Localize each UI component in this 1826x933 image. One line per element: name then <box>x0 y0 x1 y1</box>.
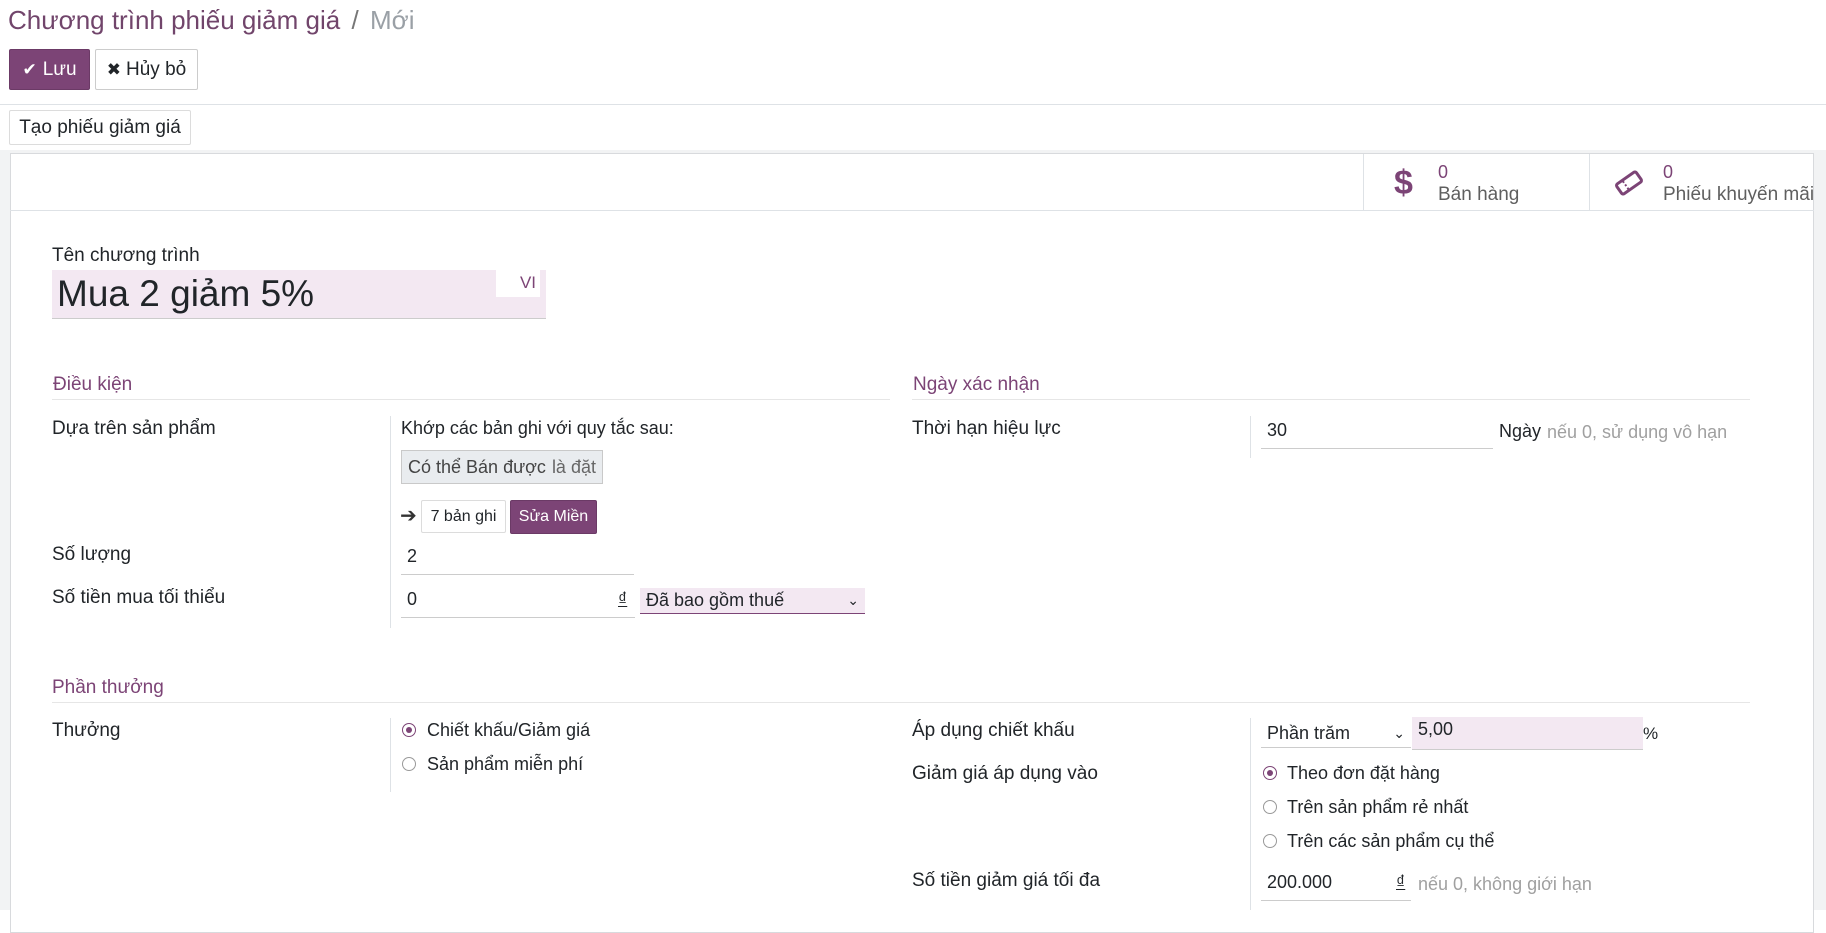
reward-free-product-radio[interactable] <box>402 757 416 771</box>
generate-coupons-label: Tạo phiếu giảm giá <box>19 116 181 138</box>
button-box-divider <box>10 210 1814 211</box>
domain-rule[interactable]: Có thể Bán được là đặt <box>401 450 603 484</box>
close-icon: ✖ <box>106 59 122 79</box>
check-icon: ✔ <box>22 59 37 79</box>
apply-on-label: Giảm giá áp dụng vào <box>912 763 1098 784</box>
min-amount-label: Số tiền mua tối thiểu <box>52 587 226 608</box>
reward-type-label: Thưởng <box>52 720 121 741</box>
conditions-separator <box>390 416 391 628</box>
apply-discount-label: Áp dụng chiết khấu <box>912 720 1075 741</box>
program-name-value: Mua 2 giảm 5% <box>57 273 315 314</box>
chevron-down-icon: ⌄ <box>1393 724 1405 741</box>
arrow-right-icon: ➔ <box>400 505 417 527</box>
percent-sign: % <box>1643 724 1659 743</box>
max-amount-input[interactable]: 200.000 <box>1261 870 1411 901</box>
reward-divider <box>52 702 1750 703</box>
validity-duration-label: Thời hạn hiệu lực <box>912 418 1061 439</box>
based-on-product-label: Dựa trên sản phẩm <box>52 418 216 439</box>
apply-on-cheapest-radio[interactable] <box>1263 800 1277 814</box>
conditions-title: Điều kiện <box>53 374 133 395</box>
breadcrumb-parent[interactable]: Chương trình phiếu giảm giá <box>8 5 340 35</box>
stat-button-sales[interactable]: $ 0 Bán hàng <box>1363 154 1589 210</box>
discount-separator <box>1250 718 1251 910</box>
tax-select-value: Đã bao gồm thuế <box>646 590 785 610</box>
generate-coupons-button[interactable]: Tạo phiếu giảm giá <box>9 110 191 145</box>
chevron-down-icon: ⌄ <box>847 592 859 608</box>
breadcrumb-separator: / <box>351 5 359 35</box>
sales-count: 0 <box>1438 162 1449 182</box>
coupons-count: 0 <box>1663 162 1674 182</box>
records-count-button[interactable]: 7 bản ghi <box>421 500 506 533</box>
apply-on-specific-radio[interactable] <box>1263 834 1277 848</box>
validity-title: Ngày xác nhận <box>913 374 1040 395</box>
breadcrumb: Chương trình phiếu giảm giá / Mới <box>8 5 414 36</box>
apply-on-cheapest-label[interactable]: Trên sản phẩm rẻ nhất <box>1287 797 1468 818</box>
records-count-label: 7 bản ghi <box>430 507 497 525</box>
ticket-icon <box>1614 168 1644 204</box>
validity-unit: Ngày <box>1499 421 1542 441</box>
program-name-input[interactable]: Mua 2 giảm 5% VI <box>52 269 546 319</box>
discount-type-value: Phần trăm <box>1267 722 1351 743</box>
max-amount-hint: nếu 0, không giới hạn <box>1418 874 1592 894</box>
reward-title: Phần thưởng <box>52 677 164 698</box>
edit-domain-label: Sửa Miền <box>518 508 589 525</box>
discount-value-input[interactable]: 5,00 <box>1412 717 1643 750</box>
sales-label: Bán hàng <box>1438 184 1520 205</box>
match-rules-text: Khớp các bản ghi với quy tắc sau: <box>401 418 674 438</box>
control-panel-divider <box>0 104 1826 105</box>
domain-rule-field: Có thể Bán được <box>408 456 546 477</box>
reward-free-product-label[interactable]: Sản phẩm miễn phí <box>427 754 583 775</box>
tax-select[interactable]: Đã bao gồm thuế ⌄ <box>640 588 865 614</box>
save-button-label: Lưu <box>42 58 77 80</box>
reward-discount-radio[interactable] <box>402 723 416 737</box>
stat-button-coupons[interactable]: 0 Phiếu khuyến mãi <box>1589 154 1814 210</box>
min-amount-input[interactable]: 0 <box>401 587 635 618</box>
max-amount-label: Số tiền giảm giá tối đa <box>912 870 1101 891</box>
min-amount-currency: ₫ <box>618 589 628 609</box>
program-name-label: Tên chương trình <box>52 245 200 266</box>
dollar-icon: $ <box>1394 164 1413 202</box>
reward-discount-label[interactable]: Chiết khấu/Giảm giá <box>427 720 590 741</box>
apply-on-order-radio[interactable] <box>1263 766 1277 780</box>
validity-duration-input[interactable]: 30 <box>1261 418 1493 449</box>
discount-type-select[interactable]: Phần trăm ⌄ <box>1261 719 1411 748</box>
save-button[interactable]: ✔ Lưu <box>9 49 90 90</box>
edit-domain-button[interactable]: Sửa Miền <box>510 500 597 534</box>
breadcrumb-current: Mới <box>370 5 415 35</box>
validity-divider <box>912 399 1750 400</box>
conditions-divider <box>52 399 890 400</box>
apply-on-specific-label[interactable]: Trên các sản phẩm cụ thể <box>1287 831 1494 852</box>
domain-rule-operator: là đặt <box>551 456 596 477</box>
apply-on-order-label[interactable]: Theo đơn đặt hàng <box>1287 763 1440 784</box>
validity-hint: nếu 0, sử dụng vô hạn <box>1547 422 1728 442</box>
reward-separator <box>390 718 391 792</box>
coupons-label: Phiếu khuyến mãi <box>1663 184 1815 205</box>
discard-button-label: Hủy bỏ <box>126 58 187 80</box>
quantity-label: Số lượng <box>52 544 132 565</box>
validity-separator <box>1250 416 1251 458</box>
quantity-input[interactable]: 2 <box>401 544 634 575</box>
max-amount-currency: ₫ <box>1396 872 1406 892</box>
discard-button[interactable]: ✖ Hủy bỏ <box>95 49 198 90</box>
language-button[interactable]: VI <box>496 269 540 297</box>
